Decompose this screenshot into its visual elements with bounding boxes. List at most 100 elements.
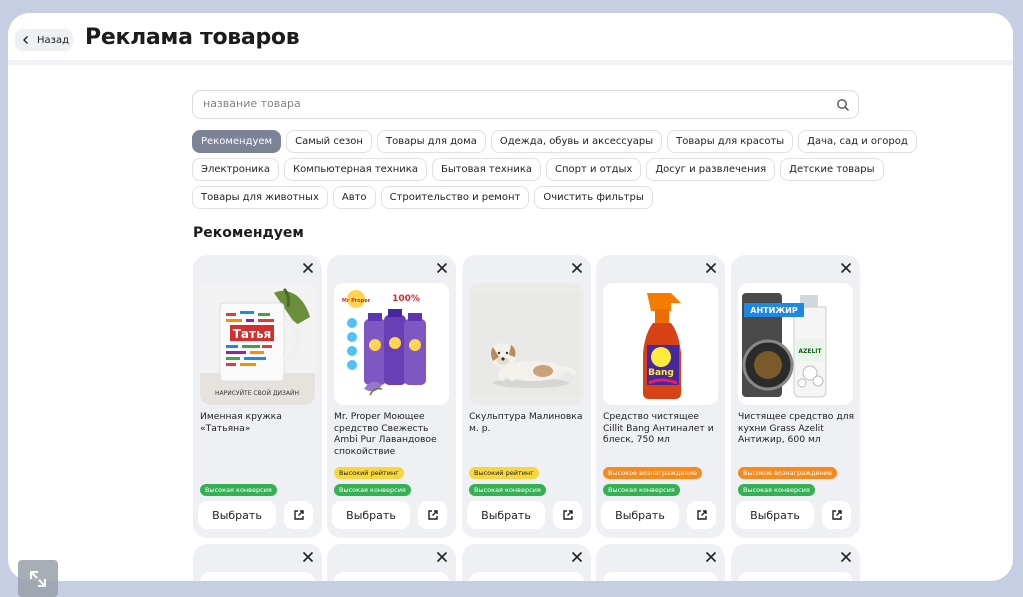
back-button[interactable]: Назад	[15, 29, 73, 51]
product-card	[193, 544, 322, 581]
search-input[interactable]	[203, 97, 803, 110]
choose-button[interactable]: Выбрать	[736, 501, 814, 529]
dog-figurine-image	[469, 283, 584, 405]
close-icon[interactable]	[571, 551, 583, 563]
external-link-icon	[293, 510, 304, 520]
product-name: Чистящее средство для кухни Grass Azelit…	[738, 411, 855, 446]
search-icon[interactable]	[836, 98, 850, 112]
close-icon[interactable]	[840, 551, 852, 563]
detergent-bottles-image: Mr Proper 100%	[334, 283, 449, 405]
filter-chip[interactable]: Рекомендуем	[192, 130, 282, 153]
badge-high-rating: Высокий рейтинг	[469, 467, 539, 479]
badge-high-conversion: Высокая конверсия	[738, 484, 815, 496]
badge-high-conversion: Высокая конверсия	[469, 484, 546, 496]
close-icon[interactable]	[705, 551, 717, 563]
filter-row-2: Электроника Компьютерная техника Бытовая…	[192, 158, 884, 181]
chevron-left-icon	[23, 36, 28, 44]
filter-chip[interactable]: Одежда, обувь и аксессуары	[490, 130, 663, 153]
section-title: Рекомендуем	[193, 225, 304, 241]
filter-chip[interactable]: Досуг и развлечения	[646, 158, 776, 181]
filter-chip[interactable]: Авто	[332, 186, 376, 209]
product-image[interactable]	[469, 283, 584, 405]
filter-row-1: Рекомендуем Самый сезон Товары для дома …	[192, 130, 917, 153]
spray-bottle-image: Bang	[603, 283, 718, 405]
product-name: Скульптура Малиновка м. р.	[469, 411, 583, 434]
main-window: Назад Реклама товаров Рекомендуем Самый …	[8, 13, 1013, 581]
filter-chip[interactable]: Спорт и отдых	[545, 158, 642, 181]
choose-button[interactable]: Выбрать	[601, 501, 679, 529]
product-image[interactable]: АНТИЖИР AZELIT	[738, 283, 853, 405]
open-external-button[interactable]	[553, 501, 582, 529]
filter-chip[interactable]: Детские товары	[780, 158, 884, 181]
external-link-icon	[427, 510, 438, 520]
search-box	[192, 90, 859, 119]
clear-filters-button[interactable]: Очистить фильтры	[534, 186, 653, 209]
choose-button[interactable]: Выбрать	[198, 501, 276, 529]
choose-button[interactable]: Выбрать	[332, 501, 410, 529]
expand-button[interactable]	[18, 560, 58, 597]
close-icon[interactable]	[571, 262, 583, 274]
product-card: Татья НАРИСУЙТЕ СВОЙ ДИЗАЙН Именная круж…	[193, 255, 322, 538]
close-icon[interactable]	[302, 262, 314, 274]
product-card	[327, 544, 456, 581]
badge-high-reward: Высокое вознаграждение	[738, 467, 837, 479]
product-image[interactable]	[200, 572, 315, 581]
mug-name-text: Татья	[233, 327, 272, 341]
close-icon[interactable]	[436, 551, 448, 563]
filter-chip[interactable]: Электроника	[192, 158, 280, 181]
product-image[interactable]: Татья НАРИСУЙТЕ СВОЙ ДИЗАЙН	[200, 283, 315, 405]
product-image[interactable]	[334, 572, 449, 581]
brand-text: Bang	[648, 368, 674, 378]
open-external-button[interactable]	[418, 501, 447, 529]
close-icon[interactable]	[436, 262, 448, 274]
product-image[interactable]: Bang	[603, 283, 718, 405]
product-card: Скульптура Малиновка м. р. Высокий рейти…	[462, 255, 591, 538]
product-name: Именная кружка «Татьяна»	[200, 411, 282, 434]
product-card: Mr Proper 100% Mr. Proper Моющее средств…	[327, 255, 456, 538]
product-image[interactable]	[469, 572, 584, 581]
azelit-bottle-image: АНТИЖИР AZELIT	[738, 283, 853, 405]
close-icon[interactable]	[302, 551, 314, 563]
product-image[interactable]	[603, 572, 718, 581]
filter-chip[interactable]: Дача, сад и огород	[798, 130, 917, 153]
product-card	[596, 544, 725, 581]
product-card: АНТИЖИР AZELIT Чистящее средство для кух…	[731, 255, 860, 538]
close-icon[interactable]	[840, 262, 852, 274]
mug-image: Татья НАРИСУЙТЕ СВОЙ ДИЗАЙН	[200, 283, 315, 405]
filter-chip[interactable]: Самый сезон	[286, 130, 372, 153]
external-link-icon	[696, 510, 707, 520]
product-name: Средство чистящее Cillit Bang Антиналет …	[603, 411, 714, 446]
filter-chip[interactable]: Компьютерная техника	[284, 158, 427, 181]
external-link-icon	[831, 510, 842, 520]
mug-caption-text: НАРИСУЙТЕ СВОЙ ДИЗАЙН	[215, 390, 299, 397]
close-icon[interactable]	[705, 262, 717, 274]
filter-chip[interactable]: Товары для животных	[192, 186, 328, 209]
back-button-label: Назад	[37, 34, 70, 46]
filter-chip[interactable]: Строительство и ремонт	[380, 186, 530, 209]
product-card	[731, 544, 860, 581]
badge-high-conversion: Высокая конверсия	[200, 484, 277, 496]
product-image[interactable]: Mr Proper 100%	[334, 283, 449, 405]
choose-button[interactable]: Выбрать	[467, 501, 545, 529]
product-image[interactable]	[738, 572, 853, 581]
svg-text:100%: 100%	[392, 294, 420, 304]
filter-chip[interactable]: Товары для дома	[376, 130, 486, 153]
badge-high-conversion: Высокая конверсия	[334, 484, 411, 496]
product-card: Bang Средство чистящее Cillit Bang Антин…	[596, 255, 725, 538]
open-external-button[interactable]	[687, 501, 716, 529]
badge-high-conversion: Высокая конверсия	[603, 484, 680, 496]
brand-text-2: AZELIT	[798, 348, 822, 355]
badge-high-rating: Высокий рейтинг	[334, 467, 404, 479]
filter-chip[interactable]: Бытовая техника	[431, 158, 541, 181]
badge-high-reward: Высокое вознаграждение	[603, 467, 702, 479]
product-name: Mr. Proper Моющее средство Свежесть Ambi…	[334, 411, 437, 457]
header: Назад Реклама товаров	[8, 13, 1013, 65]
filter-row-3: Товары для животных Авто Строительство и…	[192, 186, 653, 209]
filter-chip[interactable]: Товары для красоты	[667, 130, 794, 153]
open-external-button[interactable]	[284, 501, 313, 529]
product-card	[462, 544, 591, 581]
external-link-icon	[562, 510, 573, 520]
expand-icon	[30, 570, 46, 587]
brand-text: Mr Proper	[342, 298, 371, 304]
open-external-button[interactable]	[822, 501, 851, 529]
